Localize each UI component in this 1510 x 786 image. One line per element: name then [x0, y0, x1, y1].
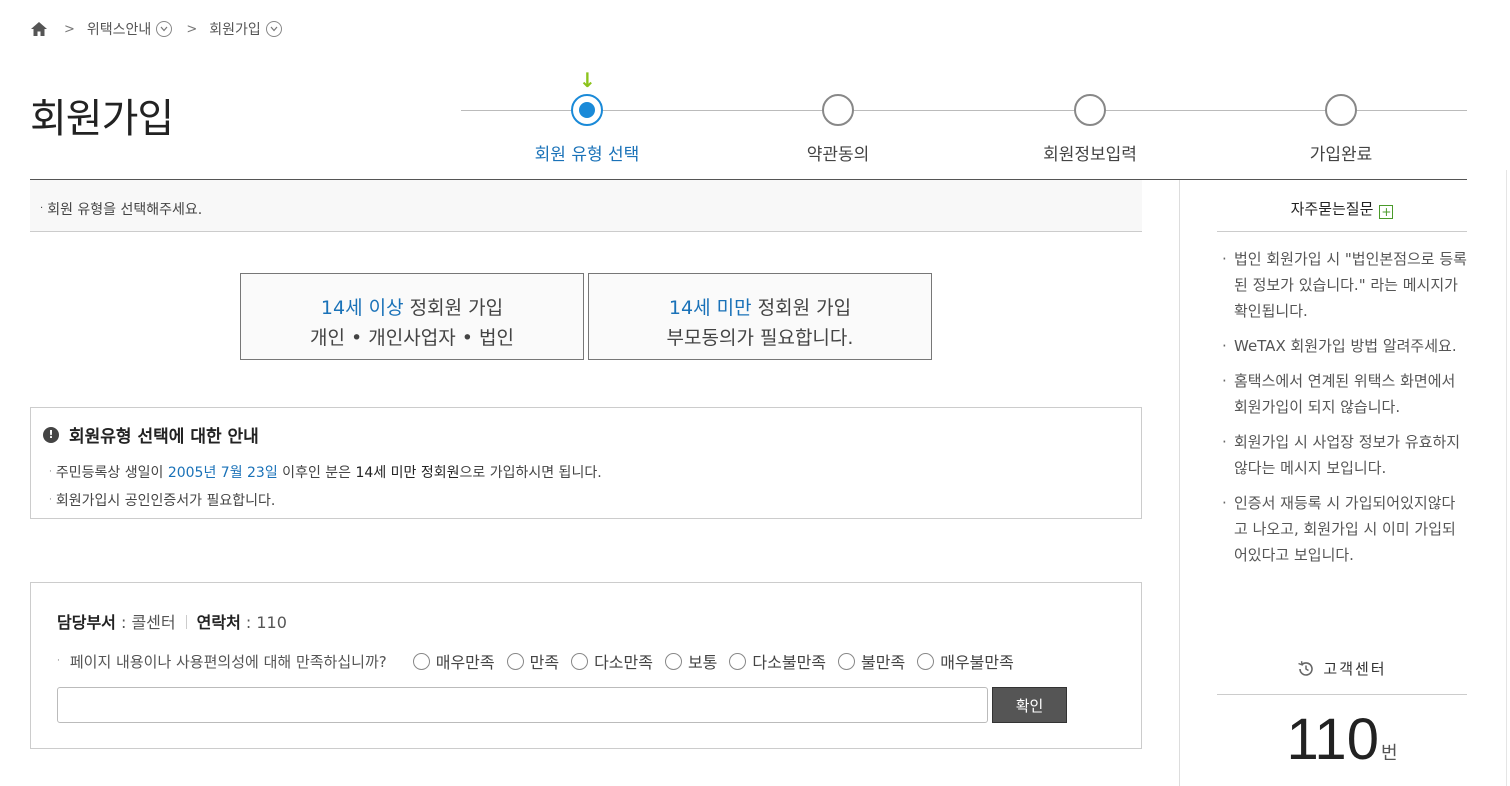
- chevron-right-icon: >: [64, 21, 75, 37]
- satisfaction-survey: 담당부서 : 콜센터 연락처 : 110 · 페이지 내용이나 사용편의성에 대해…: [30, 582, 1142, 749]
- guide-item: · 주민등록상 생일이 2005년 7월 23일 이후인 분은 14세 미만 정회…: [49, 465, 602, 481]
- step-label: 회원 유형 선택: [534, 145, 640, 165]
- over-14-title: 14세 이상 정회원 가입: [320, 297, 504, 319]
- step-label: 가입완료: [1309, 145, 1373, 165]
- radio-circle[interactable]: [917, 652, 935, 670]
- sidebar-divider: [1179, 180, 1180, 786]
- radio-circle[interactable]: [412, 652, 430, 670]
- step-dot: [571, 94, 603, 126]
- guide-list: · 주민등록상 생일이 2005년 7월 23일 이후인 분은 14세 미만 정회…: [43, 459, 1129, 515]
- arrow-down-icon: ↓: [579, 68, 596, 92]
- step-label: 회원정보입력: [1043, 145, 1137, 165]
- notice-text: 회원 유형을 선택해주세요.: [47, 202, 203, 218]
- bullet-icon: ·: [57, 656, 60, 666]
- radio-very-satisfied[interactable]: 매우만족: [412, 649, 495, 673]
- step-member-info: 회원정보입력: [1020, 94, 1160, 165]
- guide-item: · 회원가입시 공인인증서가 필요합니다.: [49, 493, 276, 509]
- faq-title[interactable]: 자주묻는질문 +: [1217, 198, 1467, 219]
- survey-input-row: 확인: [57, 687, 1115, 723]
- plus-icon[interactable]: +: [1379, 205, 1394, 219]
- radio-dissatisfied[interactable]: 불만족: [838, 649, 905, 673]
- radio-somewhat-dissatisfied[interactable]: 다소불만족: [729, 649, 826, 673]
- guide-title: ! 회원유형 선택에 대한 안내: [43, 422, 1129, 447]
- step-dot: [1325, 94, 1357, 126]
- bullet-icon: ·: [40, 203, 44, 214]
- under-14-title: 14세 미만 정회원 가입: [668, 297, 852, 319]
- survey-comment-input[interactable]: [57, 687, 988, 723]
- radio-satisfied[interactable]: 만족: [506, 649, 559, 673]
- breadcrumb: > 위택스안내 > 회원가입: [30, 18, 282, 40]
- radio-somewhat-satisfied[interactable]: 다소만족: [571, 649, 653, 673]
- history-clock-icon: [1297, 660, 1315, 678]
- under-14-desc: 부모동의가 필요합니다.: [666, 327, 854, 349]
- step-dot: [822, 94, 854, 126]
- chevron-right-icon: >: [186, 21, 198, 37]
- page-title: 회원가입: [30, 96, 174, 142]
- confirm-button[interactable]: 확인: [992, 687, 1067, 723]
- step-label: 약관동의: [806, 145, 870, 165]
- customer-center-number: 110 번: [1286, 707, 1398, 772]
- breadcrumb-item-wetax[interactable]: 위택스안내: [87, 19, 151, 39]
- customer-center-divider: [1217, 694, 1467, 695]
- over-14-signup-button[interactable]: 14세 이상 정회원 가입 개인 • 개인사업자 • 법인: [240, 273, 584, 360]
- radio-neutral[interactable]: 보통: [664, 649, 717, 673]
- faq-item[interactable]: WeTAX 회원가입 방법 알려주세요.: [1222, 333, 1467, 359]
- divider: [185, 615, 187, 629]
- faq-item[interactable]: 회원가입 시 사업장 정보가 유효하지않다는 메시지 보입니다.: [1222, 429, 1467, 481]
- bullet-icon: ·: [49, 467, 52, 477]
- step-member-type: 회원 유형 선택: [517, 94, 657, 165]
- radio-circle[interactable]: [506, 652, 524, 670]
- over-14-desc: 개인 • 개인사업자 • 법인: [310, 327, 514, 349]
- radio-circle[interactable]: [838, 652, 856, 670]
- step-complete: 가입완료: [1271, 94, 1411, 165]
- customer-center-title: 고객센터: [1217, 658, 1467, 679]
- survey-question: 페이지 내용이나 사용편의성에 대해 만족하십니까?: [69, 652, 387, 671]
- bullet-icon: ·: [49, 495, 52, 505]
- step-dot: [1074, 94, 1106, 126]
- faq-item[interactable]: 법인 회원가입 시 "법인본점으로 등록된 정보가 있습니다." 라는 메시지가…: [1222, 246, 1467, 324]
- signup-steps: ↓ 회원 유형 선택 약관동의 회원정보입력 가입완료: [461, 68, 1467, 165]
- faq-item[interactable]: 홈택스에서 연계된 위택스 화면에서 회원가입이 되지 않습니다.: [1222, 368, 1467, 420]
- radio-circle[interactable]: [729, 652, 747, 670]
- radio-very-dissatisfied[interactable]: 매우불만족: [917, 649, 1014, 673]
- chevron-down-icon[interactable]: [156, 21, 173, 37]
- chevron-down-icon[interactable]: [265, 21, 282, 37]
- step-terms: 약관동의: [768, 94, 908, 165]
- faq-divider: [1217, 231, 1467, 232]
- faq-item[interactable]: 인증서 재등록 시 가입되어있지않다고 나오고, 회원가입 시 이미 가입되어있…: [1222, 490, 1467, 568]
- radio-circle[interactable]: [664, 652, 682, 670]
- warning-icon: !: [43, 426, 59, 443]
- member-type-guide: ! 회원유형 선택에 대한 안내 · 주민등록상 생일이 2005년 7월 23일 …: [30, 407, 1142, 519]
- survey-question-row: · 페이지 내용이나 사용편의성에 대해 만족하십니까? 매우만족 만족 다소만…: [57, 649, 1115, 673]
- right-edge-divider: [1506, 170, 1507, 786]
- under-14-signup-button[interactable]: 14세 미만 정회원 가입 부모동의가 필요합니다.: [588, 273, 932, 360]
- radio-circle[interactable]: [571, 652, 589, 670]
- notice-bar: · 회원 유형을 선택해주세요.: [30, 180, 1142, 232]
- breadcrumb-item-signup[interactable]: 회원가입: [209, 19, 261, 39]
- faq-list: 법인 회원가입 시 "법인본점으로 등록된 정보가 있습니다." 라는 메시지가…: [1222, 246, 1467, 577]
- home-icon[interactable]: [30, 20, 50, 38]
- department-info: 담당부서 : 콜센터 연락처 : 110: [57, 613, 287, 632]
